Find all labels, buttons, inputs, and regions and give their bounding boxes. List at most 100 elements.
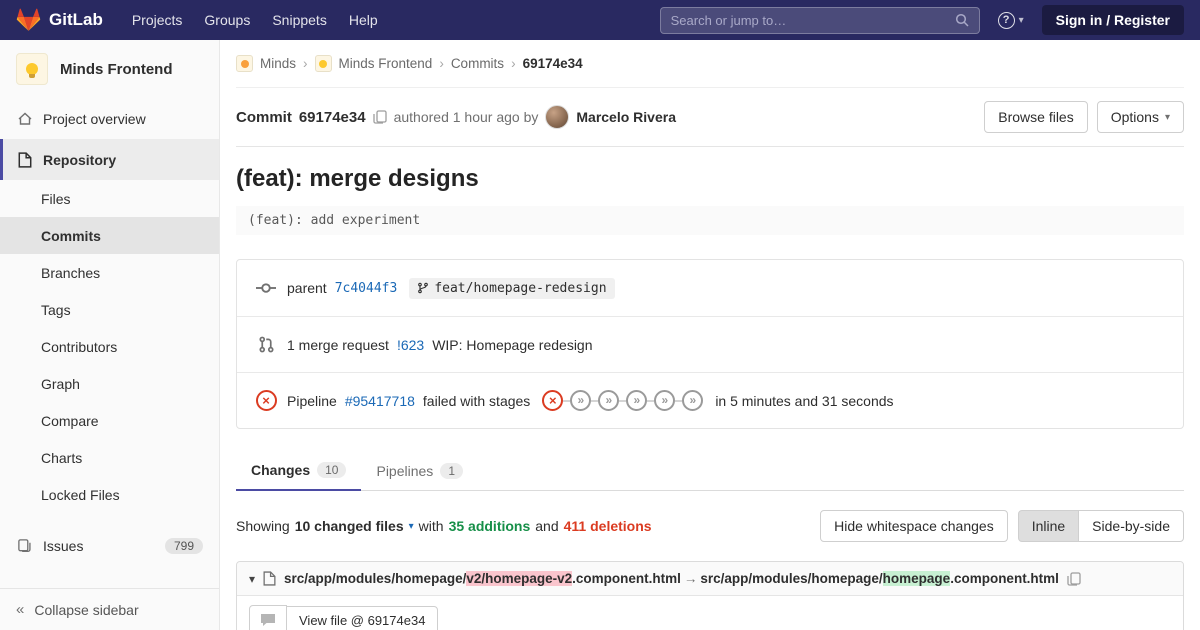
project-avatar-icon [315, 55, 332, 72]
pipeline-label: Pipeline [287, 393, 337, 409]
view-file-button[interactable]: View file @ 69174e34 [286, 606, 438, 630]
nav-snippets[interactable]: Snippets [261, 12, 337, 28]
sign-in-button[interactable]: Sign in / Register [1042, 5, 1184, 35]
merge-request-count-text: 1 merge request [287, 337, 389, 353]
gitlab-tanuki-icon [16, 8, 41, 32]
parent-commit-row: parent 7c4044f3 feat/homepage-redesign [237, 260, 1183, 316]
help-dropdown[interactable]: ? ▾ [998, 12, 1024, 29]
sidebar-label-project-overview: Project overview [43, 111, 146, 127]
chevron-down-icon[interactable]: ▾ [409, 521, 414, 532]
pipeline-stage-skipped-icon[interactable]: » [570, 390, 591, 411]
nav-projects[interactable]: Projects [121, 12, 194, 28]
project-context-link[interactable]: Minds Frontend [0, 40, 219, 98]
changed-files-dropdown[interactable]: 10 changed files [295, 518, 404, 534]
merge-request-title: WIP: Homepage redesign [432, 337, 592, 353]
chevron-down-icon: ▾ [1019, 15, 1024, 26]
top-navbar: GitLab Projects Groups Snippets Help ? ▾… [0, 0, 1200, 40]
sidebar-item-locked-files[interactable]: Locked Files [0, 476, 219, 513]
pipeline-stage-skipped-icon[interactable]: » [654, 390, 675, 411]
breadcrumb-group-link[interactable]: Minds [260, 56, 296, 71]
new-path-suffix: .component.html [950, 571, 1059, 586]
merge-request-link[interactable]: !623 [397, 337, 424, 353]
sidebar-item-commits[interactable]: Commits [0, 217, 219, 254]
primary-nav: Projects Groups Snippets Help [121, 12, 389, 28]
repository-icon [16, 152, 33, 168]
showing-text: Showing [236, 518, 290, 534]
commit-info-box: parent 7c4044f3 feat/homepage-redesign 1… [236, 259, 1184, 429]
rename-arrow: → [681, 571, 701, 586]
deletions-count: 411 deletions [564, 518, 652, 534]
commit-label: Commit [236, 109, 292, 126]
with-text: with [419, 518, 444, 534]
file-diff-header[interactable]: ▾ src/app/modules/homepage/v2/homepage-v… [237, 562, 1183, 595]
gitlab-home-link[interactable]: GitLab [16, 8, 103, 32]
merge-request-icon [253, 336, 279, 353]
tab-changes[interactable]: Changes 10 [236, 451, 361, 491]
collapse-diff-caret-icon[interactable]: ▾ [249, 572, 255, 586]
breadcrumb-current-sha: 69174e34 [523, 56, 583, 71]
chevron-down-icon: ▾ [1165, 112, 1170, 123]
and-text: and [535, 518, 558, 534]
project-avatar [16, 53, 48, 85]
sidebar-item-charts[interactable]: Charts [0, 439, 219, 476]
old-path-suffix: .component.html [572, 571, 681, 586]
sidebar-item-compare[interactable]: Compare [0, 402, 219, 439]
issues-icon [16, 538, 33, 553]
branch-name: feat/homepage-redesign [434, 281, 606, 296]
search-input[interactable] [671, 13, 955, 28]
repository-submenu: Files Commits Branches Tags Contributors… [0, 180, 219, 513]
commit-title: (feat): merge designs [236, 165, 1184, 193]
sidebar-nav: Project overview Repository Files Commit… [0, 98, 219, 566]
old-path-prefix: src/app/modules/homepage/ [284, 571, 466, 586]
sidebar-label-issues: Issues [43, 538, 83, 554]
sidebar-item-graph[interactable]: Graph [0, 365, 219, 402]
changes-count-badge: 10 [317, 462, 346, 478]
sidebar-item-project-overview[interactable]: Project overview [0, 98, 219, 139]
pipeline-stage-skipped-icon[interactable]: » [626, 390, 647, 411]
nav-groups[interactable]: Groups [193, 12, 261, 28]
parent-sha-link[interactable]: 7c4044f3 [335, 281, 398, 296]
collapse-chevrons-icon: « [16, 601, 24, 618]
pipeline-id-link[interactable]: #95417718 [345, 393, 415, 409]
comment-icon [260, 613, 276, 627]
author-avatar[interactable] [545, 105, 569, 129]
pipeline-stage-skipped-icon[interactable]: » [598, 390, 619, 411]
pipeline-stage-skipped-icon[interactable]: » [682, 390, 703, 411]
home-icon [16, 111, 33, 127]
breadcrumb-commits-link[interactable]: Commits [451, 56, 504, 71]
issues-count-badge: 799 [165, 538, 203, 554]
pipelines-count-badge: 1 [440, 463, 463, 479]
question-icon: ? [998, 12, 1015, 29]
copy-path-icon[interactable] [1067, 572, 1081, 586]
copy-sha-icon[interactable] [373, 110, 387, 124]
sidebar-item-issues[interactable]: Issues 799 [0, 525, 219, 566]
breadcrumb-project-link[interactable]: Minds Frontend [339, 56, 433, 71]
commit-tabs: Changes 10 Pipelines 1 [236, 451, 1184, 491]
breadcrumb-separator: › [439, 56, 444, 71]
branch-icon [417, 281, 429, 295]
pipeline-duration: in 5 minutes and 31 seconds [715, 393, 893, 409]
breadcrumb-separator: › [511, 56, 516, 71]
commit-header: Commit 69174e34 authored 1 hour ago by M… [236, 88, 1184, 147]
sidebar-item-contributors[interactable]: Contributors [0, 328, 219, 365]
branch-ref-badge[interactable]: feat/homepage-redesign [409, 278, 614, 299]
breadcrumb-separator: › [303, 56, 308, 71]
pipeline-stage-failed-icon[interactable]: × [542, 390, 563, 411]
browse-files-button[interactable]: Browse files [984, 101, 1087, 133]
search-box[interactable] [660, 7, 980, 34]
options-dropdown-button[interactable]: Options ▾ [1097, 101, 1184, 133]
collapse-sidebar-button[interactable]: « Collapse sidebar [0, 588, 219, 630]
sidebar-item-branches[interactable]: Branches [0, 254, 219, 291]
search-icon [955, 13, 969, 27]
side-by-side-view-button[interactable]: Side-by-side [1078, 510, 1184, 542]
hide-whitespace-button[interactable]: Hide whitespace changes [820, 510, 1008, 542]
sidebar-item-repository[interactable]: Repository [0, 139, 219, 180]
inline-view-button[interactable]: Inline [1018, 510, 1079, 542]
tab-pipelines[interactable]: Pipelines 1 [361, 451, 478, 490]
sidebar-item-files[interactable]: Files [0, 180, 219, 217]
author-name-link[interactable]: Marcelo Rivera [576, 109, 676, 125]
sidebar-item-tags[interactable]: Tags [0, 291, 219, 328]
nav-help[interactable]: Help [338, 12, 389, 28]
file-rename-path: src/app/modules/homepage/v2/homepage-v2.… [284, 571, 1059, 586]
toggle-comments-button[interactable] [249, 605, 287, 630]
